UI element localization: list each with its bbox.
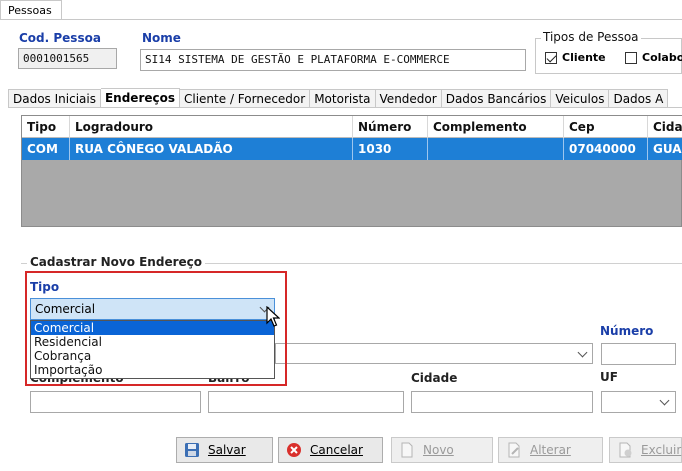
checkbox-icon xyxy=(625,51,637,64)
novo-button[interactable]: Novo xyxy=(391,437,493,463)
novo-label: Novo xyxy=(423,443,454,457)
col-cidade[interactable]: Cidad xyxy=(648,116,682,138)
numero-label: Número xyxy=(600,324,654,338)
cod-pessoa-field[interactable]: 0001001565 xyxy=(18,48,117,69)
nome-field[interactable]: SI14 SISTEMA DE GESTÃO E PLATAFORMA E-CO… xyxy=(140,49,526,71)
tab-dados-adicionais[interactable]: Dados A xyxy=(609,89,669,108)
colaborador-label: Colabo xyxy=(642,51,682,64)
tab-dados-bancarios[interactable]: Dados Bancários xyxy=(441,89,552,108)
save-icon xyxy=(185,443,199,457)
col-numero[interactable]: Número xyxy=(353,116,428,138)
col-cep[interactable]: Cep xyxy=(564,116,648,138)
inner-tab-bar: Dados Iniciais Endereços Cliente / Forne… xyxy=(8,88,682,108)
cadastrar-endereco-title: Cadastrar Novo Endereço xyxy=(27,255,205,269)
alterar-label: Alterar xyxy=(530,443,571,457)
highlight-box xyxy=(25,271,287,386)
tab-motorista[interactable]: Motorista xyxy=(310,89,376,108)
top-tab-divider xyxy=(0,19,682,20)
chevron-down-icon xyxy=(577,347,588,358)
complemento-field[interactable] xyxy=(30,391,201,413)
tipos-pessoa-label: Tipos de Pessoa xyxy=(541,30,641,44)
cidade-field[interactable] xyxy=(411,391,593,413)
tab-vendedor[interactable]: Vendedor xyxy=(375,89,442,108)
col-tipo[interactable]: Tipo xyxy=(22,116,70,138)
cliente-label: Cliente xyxy=(562,51,606,64)
tab-divider xyxy=(8,107,682,108)
address-grid[interactable]: Tipo Logradouro Número Complemento Cep C… xyxy=(21,115,682,227)
table-row[interactable]: COM RUA CÔNEGO VALADÃO 1030 07040000 GUA… xyxy=(22,138,682,160)
salvar-button[interactable]: Salvar xyxy=(176,437,273,463)
uf-label: UF xyxy=(600,370,618,384)
excluir-button[interactable]: Excluir xyxy=(609,437,682,463)
cidade-label: Cidade xyxy=(411,371,458,385)
cancelar-label: Cancelar xyxy=(310,443,363,457)
tab-pessoas[interactable]: Pessoas xyxy=(0,0,62,20)
check-icon xyxy=(545,51,557,64)
new-document-icon xyxy=(401,442,413,458)
cliente-checkbox[interactable]: Cliente xyxy=(545,51,606,64)
tab-dados-iniciais[interactable]: Dados Iniciais xyxy=(8,89,101,108)
uf-combo[interactable] xyxy=(601,391,676,413)
bairro-field[interactable] xyxy=(208,391,404,413)
cell-cidade: GUAR xyxy=(653,142,682,156)
edit-icon xyxy=(508,442,520,458)
logradouro-combo[interactable] xyxy=(275,343,593,364)
cell-tipo: COM xyxy=(22,138,70,160)
salvar-label: Salvar xyxy=(208,443,246,457)
tab-veiculos[interactable]: Veiculos xyxy=(551,89,610,108)
cell-logradouro: RUA CÔNEGO VALADÃO xyxy=(70,138,353,160)
colaborador-checkbox[interactable]: Colabo xyxy=(625,51,682,64)
cod-pessoa-label: Cod. Pessoa xyxy=(19,31,101,45)
cell-complemento xyxy=(428,138,564,160)
mouse-cursor-icon xyxy=(266,306,280,327)
nome-label: Nome xyxy=(142,31,181,45)
alterar-button[interactable]: Alterar xyxy=(498,437,603,463)
tab-enderecos[interactable]: Endereços xyxy=(100,88,180,108)
cancelar-button[interactable]: Cancelar xyxy=(278,437,383,463)
cell-cep: 07040000 xyxy=(564,138,648,160)
col-complemento[interactable]: Complemento xyxy=(428,116,564,138)
excluir-label: Excluir xyxy=(641,443,682,457)
numero-field[interactable] xyxy=(601,343,676,365)
cancel-icon xyxy=(287,443,301,457)
chevron-down-icon xyxy=(659,395,670,406)
col-logradouro[interactable]: Logradouro xyxy=(70,116,353,138)
delete-icon xyxy=(619,442,632,458)
tab-cliente-fornecedor[interactable]: Cliente / Fornecedor xyxy=(180,89,311,108)
grid-header: Tipo Logradouro Número Complemento Cep C… xyxy=(22,116,682,138)
cell-numero: 1030 xyxy=(353,138,428,160)
